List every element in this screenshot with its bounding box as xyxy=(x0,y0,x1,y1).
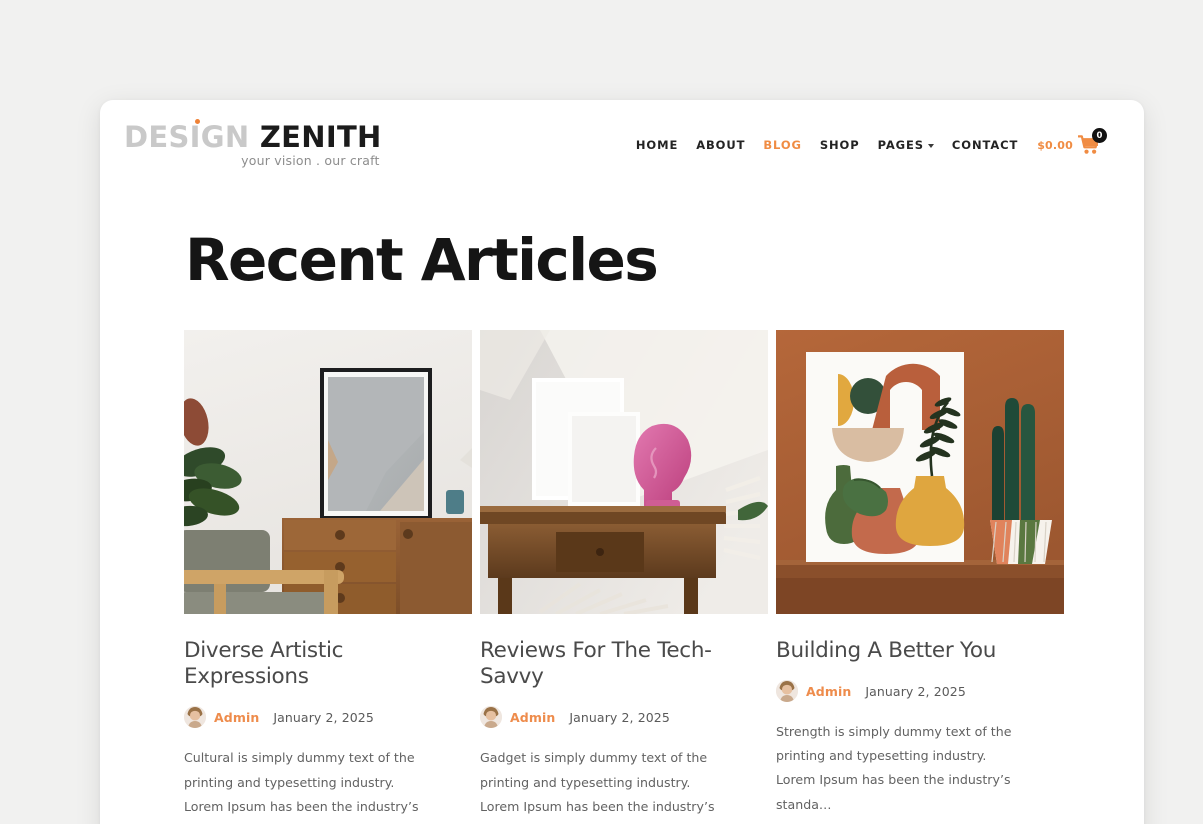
nav-label-pages: PAGES xyxy=(877,138,924,152)
avatar xyxy=(184,706,206,729)
article-title[interactable]: Reviews For The Tech-Savvy xyxy=(480,638,768,690)
article-meta: Admin January 2, 2025 xyxy=(184,706,472,729)
article-author[interactable]: Admin xyxy=(214,710,259,725)
main-navigation: HOME ABOUT BLOG SHOP PAGES CONTACT $0.00… xyxy=(627,128,1107,155)
browser-window-panel: DESIGN ZENITH your vision . our craft HO… xyxy=(100,100,1144,824)
avatar xyxy=(776,680,798,703)
logo-text-design: DESIGN xyxy=(124,118,260,154)
logo-text-zenith: ZENITH xyxy=(259,119,382,154)
article-card: Reviews For The Tech-Savvy Admin January… xyxy=(480,329,768,824)
nav-item-shop[interactable]: SHOP xyxy=(811,138,869,152)
article-thumbnail-desk-canvases[interactable] xyxy=(480,329,768,614)
nav-item-about[interactable]: ABOUT xyxy=(687,138,754,152)
nav-item-pages[interactable]: PAGES xyxy=(869,138,943,152)
site-header: DESIGN ZENITH your vision . our craft HO… xyxy=(100,100,1144,190)
article-meta: Admin January 2, 2025 xyxy=(776,680,1064,703)
article-meta: Admin January 2, 2025 xyxy=(480,706,768,729)
logo-accent-dot xyxy=(195,118,200,124)
article-thumbnail-botanical-poster[interactable] xyxy=(776,329,1064,614)
article-date: January 2, 2025 xyxy=(273,709,374,725)
article-excerpt: Gadget is simply dummy text of the print… xyxy=(480,750,715,824)
cart-group: $0.00 0 xyxy=(1037,128,1107,155)
article-excerpt: Cultural is simply dummy text of the pri… xyxy=(184,750,419,824)
nav-item-home[interactable]: HOME xyxy=(627,138,687,152)
cart-item-count-badge: 0 xyxy=(1092,128,1107,143)
article-excerpt: Strength is simply dummy text of the pri… xyxy=(776,724,1012,812)
nav-label-about: ABOUT xyxy=(696,138,746,152)
cart-total-price[interactable]: $0.00 xyxy=(1037,139,1073,152)
shopping-cart-icon[interactable]: 0 xyxy=(1077,128,1107,155)
article-author[interactable]: Admin xyxy=(510,710,555,725)
article-date: January 2, 2025 xyxy=(865,683,966,699)
article-card: Diverse Artistic Expressions Admin Janua… xyxy=(184,329,472,824)
recent-articles-grid: Diverse Artistic Expressions Admin Janua… xyxy=(184,329,1064,824)
nav-label-home: HOME xyxy=(635,138,679,152)
nav-item-blog[interactable]: BLOG xyxy=(754,138,811,152)
nav-label-shop: SHOP xyxy=(819,138,860,152)
site-logo[interactable]: DESIGN ZENITH your vision . our craft xyxy=(124,118,382,168)
screenshot-root: DESIGN ZENITH your vision . our craft HO… xyxy=(0,0,1203,824)
article-card: Building A Better You Admin January 2, 2… xyxy=(776,329,1064,824)
article-title[interactable]: Building A Better You xyxy=(776,638,1064,664)
logo-design-label: DESIGN xyxy=(124,119,250,154)
article-thumbnail-interior-art[interactable] xyxy=(184,329,472,614)
nav-item-contact[interactable]: CONTACT xyxy=(943,138,1027,152)
article-author[interactable]: Admin xyxy=(806,684,851,699)
avatar xyxy=(480,706,502,729)
article-title[interactable]: Diverse Artistic Expressions xyxy=(184,638,472,690)
chevron-down-icon xyxy=(927,144,934,148)
page-title: Recent Articles xyxy=(185,226,659,294)
nav-label-blog: BLOG xyxy=(763,138,802,152)
article-date: January 2, 2025 xyxy=(569,709,670,725)
logo-wordmark: DESIGN ZENITH xyxy=(124,118,382,154)
logo-tagline: your vision . our craft xyxy=(241,152,380,168)
nav-label-contact: CONTACT xyxy=(951,138,1019,152)
